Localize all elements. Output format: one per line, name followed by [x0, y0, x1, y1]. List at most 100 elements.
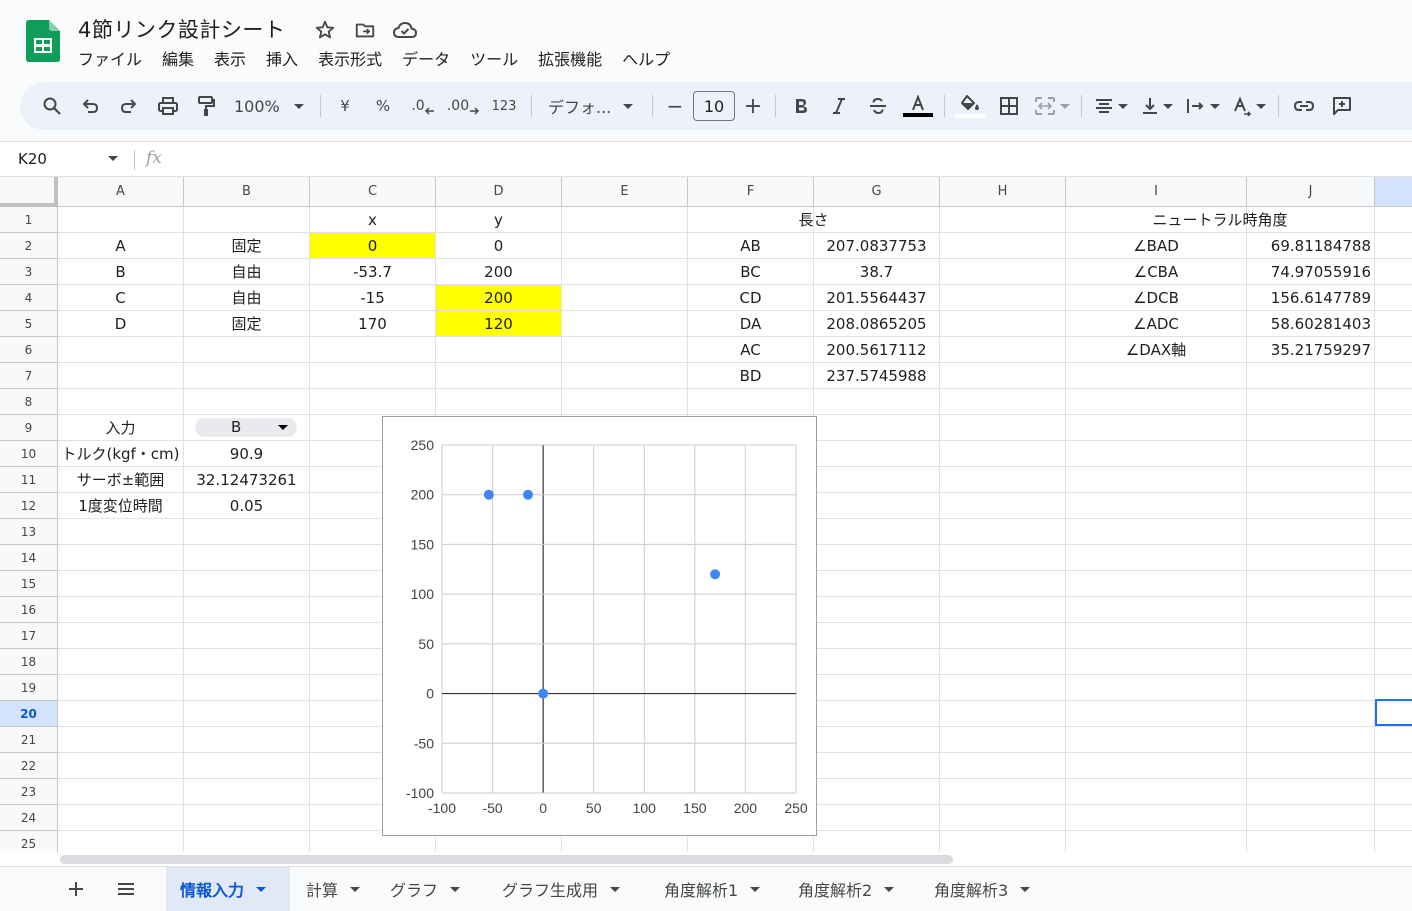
cell-g2[interactable]: 207.0837753: [814, 233, 939, 258]
row-header-5[interactable]: 5: [0, 311, 58, 337]
cell-g3[interactable]: 38.7: [814, 259, 939, 284]
cell-b3[interactable]: 自由: [184, 259, 309, 284]
row-header-6[interactable]: 6: [0, 337, 58, 363]
menu-data[interactable]: データ: [392, 48, 460, 72]
font-family-select[interactable]: デフォ...: [538, 90, 646, 122]
cell-f2[interactable]: AB: [688, 233, 813, 258]
cell-f6[interactable]: AC: [688, 337, 813, 362]
sheets-logo-icon[interactable]: [26, 20, 60, 62]
column-header-f[interactable]: F: [688, 177, 814, 207]
cell-f1[interactable]: 長さ: [688, 207, 939, 232]
cell-c5[interactable]: 170: [310, 311, 435, 336]
font-size-field[interactable]: 10: [691, 90, 737, 122]
column-header-h[interactable]: H: [940, 177, 1066, 207]
input-dropdown-chip[interactable]: B: [195, 418, 297, 437]
cell-f4[interactable]: CD: [688, 285, 813, 310]
cell-j2[interactable]: 69.81184788: [1247, 233, 1374, 258]
row-header-15[interactable]: 15: [0, 571, 58, 597]
sheet-tab-3[interactable]: グラフ: [376, 867, 488, 911]
italic-icon[interactable]: [820, 90, 858, 122]
row-header-19[interactable]: 19: [0, 675, 58, 701]
zoom-select[interactable]: 100%: [224, 90, 314, 122]
menu-edit[interactable]: 編集: [152, 48, 204, 72]
scatter-chart[interactable]: -100 -50 0 50 100 150 200 250 -100 -50 0 50 100 150 20…: [382, 416, 817, 836]
row-header-23[interactable]: 23: [0, 779, 58, 805]
row-header-2[interactable]: 2: [0, 233, 58, 259]
menu-file[interactable]: ファイル: [68, 48, 152, 72]
spreadsheet-grid[interactable]: A B C D E F G H I J 1 2 3 4 5 6 7 8 9 10 11 12 13 14 15 16 17 18 19 2…: [0, 177, 1412, 852]
cell-f5[interactable]: DA: [688, 311, 813, 336]
cell-b2[interactable]: 固定: [184, 233, 309, 258]
cell-a3[interactable]: B: [58, 259, 183, 284]
cell-a12[interactable]: 1度変位時間: [58, 493, 183, 518]
row-header-22[interactable]: 22: [0, 753, 58, 779]
menu-view[interactable]: 表示: [204, 48, 256, 72]
insert-link-icon[interactable]: [1285, 90, 1323, 122]
font-size-input[interactable]: 10: [693, 91, 735, 121]
cell-i5[interactable]: ∠ADC: [1066, 311, 1246, 336]
cell-a4[interactable]: C: [58, 285, 183, 310]
column-header-d[interactable]: D: [436, 177, 562, 207]
undo-icon[interactable]: [70, 90, 110, 122]
vertical-align-icon[interactable]: [1134, 90, 1180, 122]
merge-cells-icon[interactable]: [1029, 90, 1075, 122]
cell-j3[interactable]: 74.97055916: [1247, 259, 1374, 284]
cell-b11[interactable]: 32.12473261: [184, 467, 309, 492]
cell-a5[interactable]: D: [58, 311, 183, 336]
menu-format[interactable]: 表示形式: [308, 48, 392, 72]
cell-j5[interactable]: 58.60281403: [1247, 311, 1374, 336]
decrease-decimal-button[interactable]: .0: [403, 90, 443, 122]
select-all-corner[interactable]: [0, 177, 58, 207]
document-title[interactable]: 4節リンク設計シート: [78, 14, 285, 44]
strikethrough-icon[interactable]: [858, 90, 898, 122]
cell-b5[interactable]: 固定: [184, 311, 309, 336]
cell-d2[interactable]: 0: [436, 233, 561, 258]
column-header-i[interactable]: I: [1066, 177, 1247, 207]
cell-b12[interactable]: 0.05: [184, 493, 309, 518]
sheet-tab-6[interactable]: 角度解析2: [784, 867, 920, 911]
sheet-tab-7[interactable]: 角度解析3: [920, 867, 1050, 911]
paint-format-icon[interactable]: [188, 90, 224, 122]
cell-j4[interactable]: 156.6147789: [1247, 285, 1374, 310]
row-header-10[interactable]: 10: [0, 441, 58, 467]
cell-f7[interactable]: BD: [688, 363, 813, 388]
text-wrapping-icon[interactable]: [1180, 90, 1226, 122]
column-header-g[interactable]: G: [814, 177, 940, 207]
menu-insert[interactable]: 挿入: [256, 48, 308, 72]
star-icon[interactable]: [312, 17, 338, 43]
more-formats-button[interactable]: 123: [483, 90, 525, 122]
cell-d1[interactable]: y: [436, 207, 561, 232]
cell-b4[interactable]: 自由: [184, 285, 309, 310]
insert-comment-icon[interactable]: [1323, 90, 1361, 122]
increase-font-size-button[interactable]: +: [737, 90, 769, 122]
row-header-1[interactable]: 1: [0, 207, 58, 233]
cell-i4[interactable]: ∠DCB: [1066, 285, 1246, 310]
cell-a11[interactable]: サーボ±範囲: [58, 467, 183, 492]
row-header-13[interactable]: 13: [0, 519, 58, 545]
percent-format-button[interactable]: %: [363, 90, 403, 122]
borders-icon[interactable]: [989, 90, 1029, 122]
row-header-16[interactable]: 16: [0, 597, 58, 623]
cell-b10[interactable]: 90.9: [184, 441, 309, 466]
row-header-14[interactable]: 14: [0, 545, 58, 571]
sheet-tab-2[interactable]: 計算: [292, 867, 376, 911]
sheet-tab-4[interactable]: グラフ生成用: [488, 867, 650, 911]
cell-c4[interactable]: -15: [310, 285, 435, 310]
search-menus-icon[interactable]: [34, 90, 70, 122]
cell-i2[interactable]: ∠BAD: [1066, 233, 1246, 258]
bold-icon[interactable]: [782, 90, 820, 122]
column-header-c[interactable]: C: [310, 177, 436, 207]
cell-d3[interactable]: 200: [436, 259, 561, 284]
selected-cell-k20[interactable]: [1375, 699, 1412, 726]
text-rotation-icon[interactable]: [1226, 90, 1272, 122]
cell-i3[interactable]: ∠CBA: [1066, 259, 1246, 284]
cell-i1[interactable]: ニュートラル時角度: [1066, 207, 1374, 232]
cell-c3[interactable]: -53.7: [310, 259, 435, 284]
row-header-7[interactable]: 7: [0, 363, 58, 389]
name-box[interactable]: K20: [0, 142, 130, 176]
column-header-e[interactable]: E: [562, 177, 688, 207]
fill-color-icon[interactable]: [951, 90, 989, 122]
row-header-8[interactable]: 8: [0, 389, 58, 415]
column-header-j[interactable]: J: [1247, 177, 1375, 207]
increase-decimal-button[interactable]: .00: [443, 90, 483, 122]
